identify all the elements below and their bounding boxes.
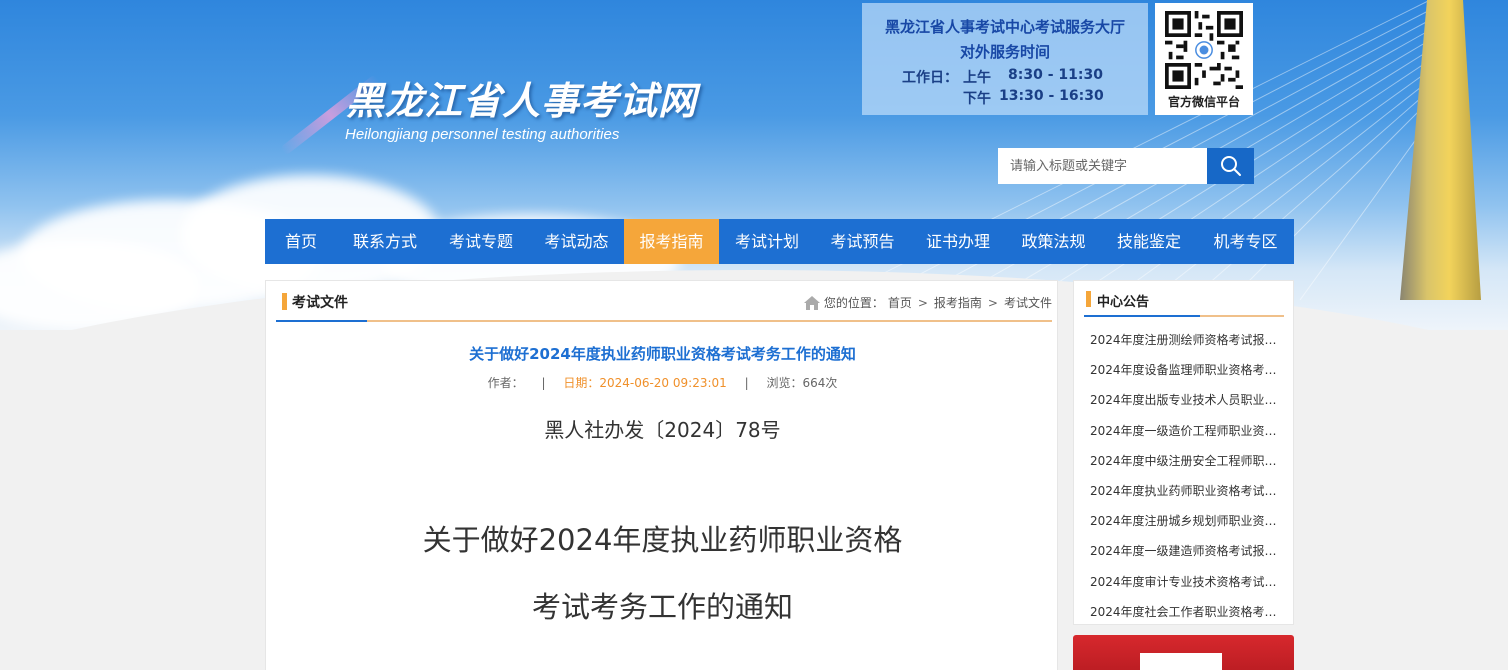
wechat-qr-box: 官方微信平台 xyxy=(1155,3,1253,115)
announcement-item[interactable]: 2024年度注册城乡规划师职业资格... xyxy=(1090,506,1286,536)
nav-item-exam-plan[interactable]: 考试计划 xyxy=(719,219,815,264)
search-button[interactable] xyxy=(1207,148,1254,184)
breadcrumb: 您的位置： 首页 > 报考指南 > 考试文件 xyxy=(803,294,1052,311)
announcements-list: 2024年度注册测绘师资格考试报名... 2024年度设备监理师职业资格考试..… xyxy=(1090,325,1286,627)
meta-separator: | xyxy=(744,376,749,390)
article-title: 关于做好2024年度执业药师职业资格考试考务工作的通知 xyxy=(469,345,856,363)
announcements-panel: 中心公告 2024年度注册测绘师资格考试报名... 2024年度设备监理师职业资… xyxy=(1073,280,1294,625)
section-marker xyxy=(1086,291,1091,307)
announcement-item[interactable]: 2024年度执业药师职业资格考试报... xyxy=(1090,476,1286,506)
article-panel: 考试文件 您的位置： 首页 > 报考指南 > 考试文件 关于做好2024年度执业… xyxy=(265,280,1058,670)
announcement-item[interactable]: 2024年度出版专业技术人员职业资... xyxy=(1090,385,1286,415)
announcement-item[interactable]: 2024年度一级建造师资格考试报名... xyxy=(1090,536,1286,566)
pm-hours: 13:30 - 16:30 xyxy=(999,88,1104,104)
site-subtitle: Heilongjiang personnel testing authoriti… xyxy=(345,126,620,143)
breadcrumb-application-guide[interactable]: 报考指南 xyxy=(934,294,982,311)
announcements-header: 中心公告 xyxy=(1084,281,1284,317)
am-hours: 8:30 - 11:30 xyxy=(1008,67,1103,83)
nav-item-application-guide[interactable]: 报考指南 xyxy=(624,219,719,264)
announcement-item[interactable]: 2024年度一级造价工程师职业资格... xyxy=(1090,416,1286,446)
announcement-item[interactable]: 2024年度设备监理师职业资格考试... xyxy=(1090,355,1286,385)
nav-item-policies[interactable]: 政策法规 xyxy=(1006,219,1101,264)
qr-code-icon xyxy=(1165,11,1243,89)
site-title: 黑龙江省人事考试网 xyxy=(346,79,698,123)
announcement-item[interactable]: 2024年度社会工作者职业资格考试... xyxy=(1090,597,1286,627)
workday-label: 工作日： xyxy=(902,70,958,86)
announcements-title: 中心公告 xyxy=(1097,295,1150,310)
am-label: 上午 xyxy=(963,70,991,86)
announcement-item[interactable]: 2024年度审计专业技术资格考试报... xyxy=(1090,567,1286,597)
meta-separator: | xyxy=(541,376,546,390)
main-nav: 首页 联系方式 考试专题 考试动态 报考指南 考试计划 考试预告 证书办理 政策… xyxy=(265,219,1294,264)
article-meta: 作者： | 日期：2024-06-20 09:23:01 | 浏览：664次 xyxy=(266,374,1059,391)
qr-caption: 官方微信平台 xyxy=(1167,95,1240,109)
sidebar-red-banner[interactable] xyxy=(1073,635,1294,670)
search-icon xyxy=(1220,156,1241,176)
document-number: 黑人社办发〔2024〕78号 xyxy=(544,418,781,442)
service-hours-box: 黑龙江省人事考试中心考试服务大厅 对外服务时间 工作日： 上午 8:30 - 1… xyxy=(862,3,1148,115)
author-label: 作者： xyxy=(487,376,524,390)
sidebar-qr-code-icon xyxy=(1140,653,1222,670)
pm-label: 下午 xyxy=(963,91,991,107)
body-title-line-1: 关于做好2024年度执业药师职业资格 xyxy=(422,523,903,557)
search-input[interactable] xyxy=(998,148,1207,184)
nav-item-certificates[interactable]: 证书办理 xyxy=(910,219,1006,264)
breadcrumb-home[interactable]: 首页 xyxy=(888,294,912,311)
announcement-item[interactable]: 2024年度中级注册安全工程师职业... xyxy=(1090,446,1286,476)
nav-item-exam-topics[interactable]: 考试专题 xyxy=(433,219,529,264)
nav-item-exam-news[interactable]: 考试动态 xyxy=(529,219,624,264)
view-count: 浏览：664次 xyxy=(766,376,838,390)
breadcrumb-separator: > xyxy=(987,295,998,310)
breadcrumb-separator: > xyxy=(917,295,928,310)
body-title-line-2: 考试考务工作的通知 xyxy=(531,590,793,624)
nav-item-home[interactable]: 首页 xyxy=(265,219,337,264)
breadcrumb-prefix: 您的位置： xyxy=(823,296,884,310)
nav-item-contact[interactable]: 联系方式 xyxy=(337,219,433,264)
section-title: 考试文件 xyxy=(292,295,348,311)
breadcrumb-exam-files[interactable]: 考试文件 xyxy=(1004,294,1052,311)
home-icon xyxy=(803,295,820,310)
nav-item-computer-exam[interactable]: 机考专区 xyxy=(1197,219,1294,264)
announcement-item[interactable]: 2024年度注册测绘师资格考试报名... xyxy=(1090,325,1286,355)
service-subtitle: 对外服务时间 xyxy=(959,43,1050,61)
nav-item-exam-preview[interactable]: 考试预告 xyxy=(815,219,910,264)
publish-date: 日期：2024-06-20 09:23:01 xyxy=(563,376,727,390)
nav-item-skill-assessment[interactable]: 技能鉴定 xyxy=(1101,219,1197,264)
section-marker xyxy=(282,293,287,310)
service-title: 黑龙江省人事考试中心考试服务大厅 xyxy=(884,18,1125,36)
article-panel-header: 考试文件 您的位置： 首页 > 报考指南 > 考试文件 xyxy=(276,281,1052,322)
